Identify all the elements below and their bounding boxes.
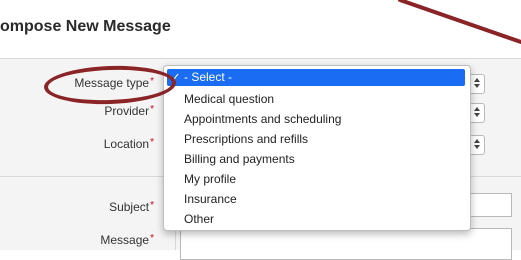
annotation-arrow-icon [398,0,521,44]
